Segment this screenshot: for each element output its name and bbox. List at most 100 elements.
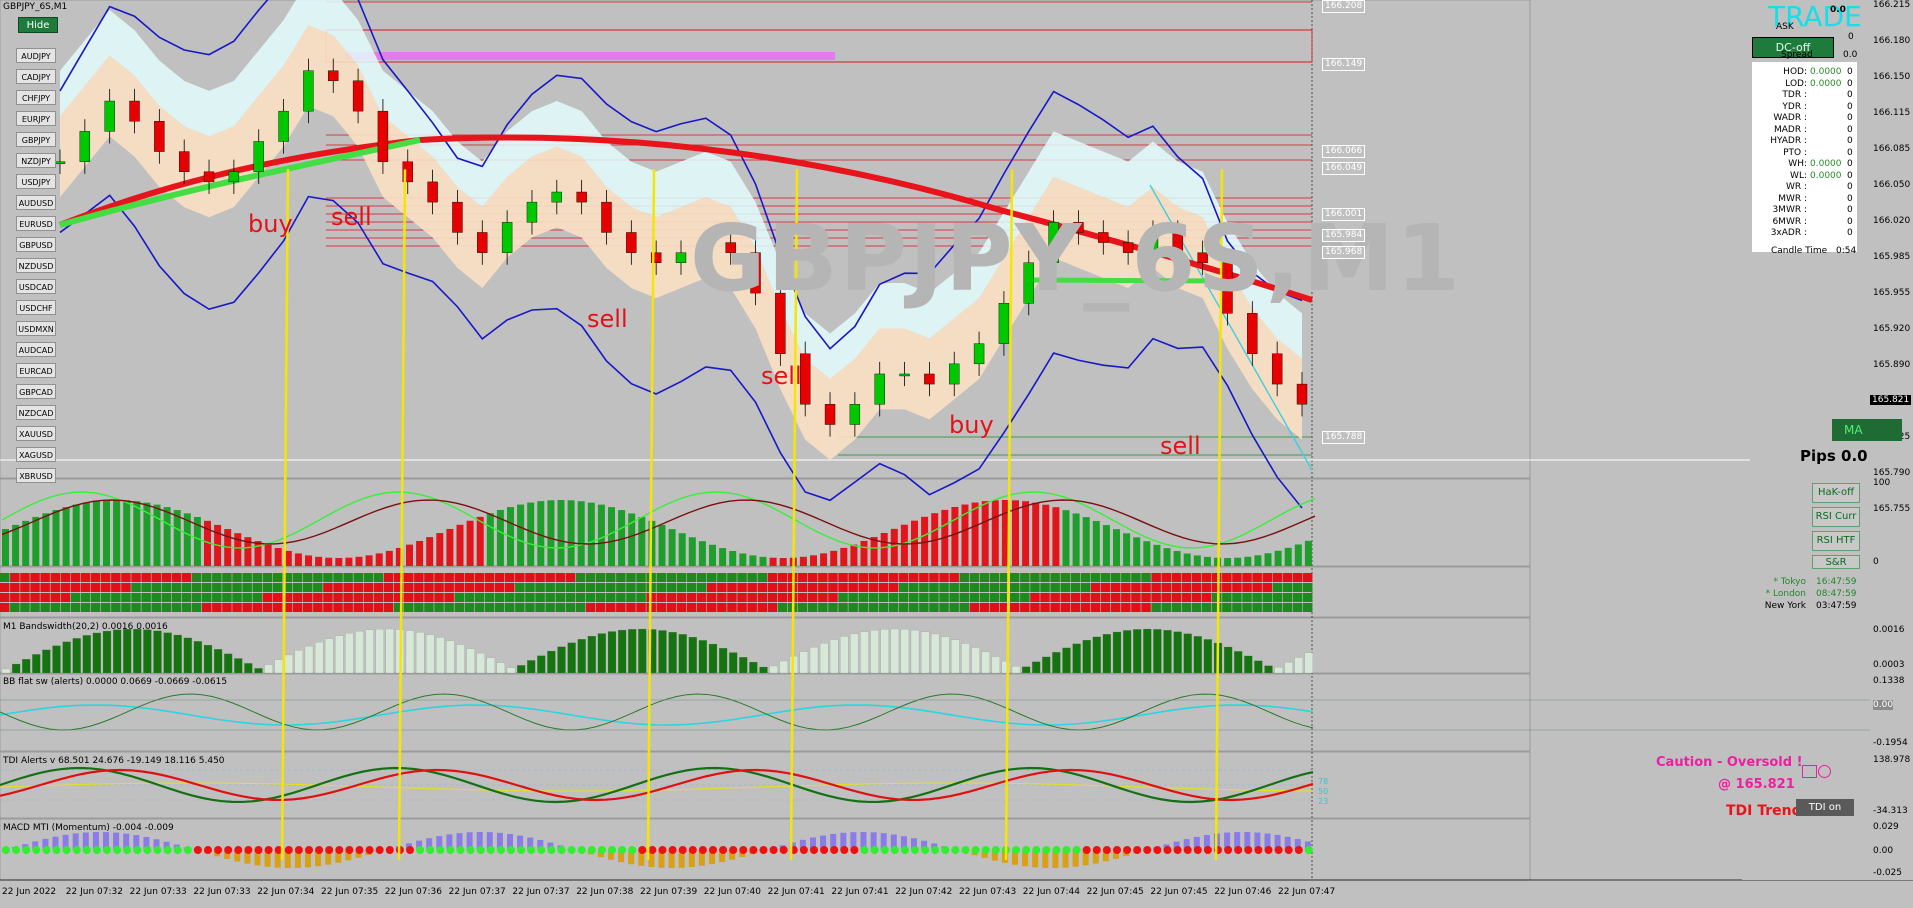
heat-cell — [656, 593, 666, 602]
pair-button-chfjpy[interactable]: CHFJPY — [16, 90, 56, 105]
heat-cell — [515, 603, 525, 612]
heat-cell — [1131, 603, 1141, 612]
macd-dot — [204, 846, 212, 854]
bandwidth-bar — [516, 665, 526, 674]
pair-button-audjpy[interactable]: AUDJPY — [16, 48, 56, 63]
tdi-button[interactable]: TDI on — [1796, 799, 1854, 816]
heat-cell — [939, 573, 949, 582]
rsi-curr-button[interactable]: RSI Curr — [1812, 507, 1860, 527]
heat-cell — [494, 593, 505, 602]
pair-button-gbpjpy[interactable]: GBPJPY — [16, 132, 56, 147]
pair-button-usdmxn[interactable]: USDMXN — [16, 321, 56, 336]
candle — [178, 151, 190, 172]
heat-cell — [494, 603, 505, 612]
heat-cell — [353, 593, 363, 602]
heat-cell — [898, 583, 909, 592]
heat-cell — [434, 603, 444, 612]
heat-cell — [1040, 583, 1050, 592]
macd-dot — [406, 846, 414, 854]
rsi-bar — [1163, 548, 1171, 566]
bandwidth-bar — [1183, 633, 1192, 674]
bandwidth-bar — [587, 635, 596, 674]
bandwidth-bar — [264, 664, 273, 674]
pair-button-usdjpy[interactable]: USDJPY — [16, 174, 56, 189]
pair-button-xauusd[interactable]: XAUUSD — [16, 426, 56, 441]
ma-button[interactable]: MA — [1832, 419, 1902, 441]
heat-cell — [272, 593, 283, 602]
candle-time-label: Candle Time — [1771, 246, 1828, 256]
pair-button-nzdusd[interactable]: NZDUSD — [16, 258, 56, 273]
heat-cell — [80, 573, 91, 582]
rsi-bar — [264, 544, 272, 566]
heat-cell — [1201, 593, 1212, 602]
heat-cell — [898, 593, 909, 602]
heat-cell — [333, 583, 343, 592]
pair-button-nzdcad[interactable]: NZDCAD — [16, 405, 56, 420]
heat-cell — [606, 583, 616, 592]
pair-button-xbrusd[interactable]: XBRUSD — [16, 468, 56, 483]
heat-cell — [10, 583, 20, 592]
macd-dot — [769, 846, 778, 854]
rsi-bar — [870, 537, 878, 566]
bandwidth-bar — [1223, 646, 1233, 674]
macd-dot — [92, 846, 101, 854]
bandwidth-bar — [385, 628, 394, 674]
heat-cell — [545, 593, 555, 602]
pair-button-usdcad[interactable]: USDCAD — [16, 279, 56, 294]
heat-cell — [545, 573, 555, 582]
hide-button[interactable]: Hide — [18, 17, 58, 33]
rsi-bar — [1254, 555, 1262, 566]
heat-cell — [1282, 603, 1293, 612]
stat-tail: 0 — [1847, 136, 1853, 146]
pair-button-eurusd[interactable]: EURUSD — [16, 216, 56, 231]
heat-cell — [1060, 593, 1070, 602]
rsi-htf-button[interactable]: RSI HTF — [1812, 531, 1860, 551]
pair-button-nzdjpy[interactable]: NZDJPY — [16, 153, 56, 168]
macd-dot — [739, 846, 748, 854]
pair-button-cadjpy[interactable]: CADJPY — [16, 69, 56, 84]
bandwidth-bar — [819, 643, 829, 674]
pair-button-gbpusd[interactable]: GBPUSD — [16, 237, 56, 252]
stat-tail: 0 — [1847, 193, 1853, 204]
heat-cell — [737, 583, 747, 592]
bandwidth-bar — [1193, 636, 1202, 674]
heat-cell — [40, 603, 50, 612]
pair-button-audcad[interactable]: AUDCAD — [16, 342, 56, 357]
pair-button-eurjpy[interactable]: EURJPY — [16, 111, 56, 126]
heat-cell — [474, 603, 485, 612]
rsi-bar — [517, 504, 525, 566]
macd-dot — [779, 846, 788, 854]
macd-dot — [355, 846, 364, 854]
macd-axis-bottom: -0.025 — [1873, 868, 1903, 878]
pair-button-eurcad[interactable]: EURCAD — [16, 363, 56, 378]
sr-button[interactable]: S&R — [1812, 555, 1860, 569]
bandwidth-bar — [244, 663, 253, 674]
heat-cell — [323, 573, 333, 582]
bandwidth-bar — [92, 632, 102, 674]
heat-cell — [1262, 573, 1272, 582]
heat-cell — [272, 583, 283, 592]
pair-button-audusd[interactable]: AUDUSD — [16, 195, 56, 210]
macd-dot — [749, 846, 758, 854]
heat-cell — [1171, 593, 1182, 602]
bandwidth-bar — [1274, 667, 1283, 674]
heat-cell — [1212, 593, 1222, 602]
heat-cell — [949, 603, 959, 612]
bandwidth-bar — [1163, 630, 1172, 674]
heat-cell — [1302, 593, 1313, 602]
hak-button[interactable]: HaK-off — [1812, 483, 1860, 503]
macd-dot — [244, 846, 253, 854]
heat-cell — [262, 573, 273, 582]
heat-cell — [515, 593, 525, 602]
pair-button-usdchf[interactable]: USDCHF — [16, 300, 56, 315]
heat-cell — [323, 603, 333, 612]
heat-cell — [101, 573, 111, 582]
heat-cell — [939, 583, 949, 592]
pair-button-gbpcad[interactable]: GBPCAD — [16, 384, 56, 399]
heat-cell — [919, 583, 929, 592]
rsi-bar — [678, 533, 686, 566]
rsi-bar — [92, 501, 100, 566]
pair-button-xagusd[interactable]: XAGUSD — [16, 447, 56, 462]
rsi-bar — [234, 533, 242, 566]
highlight-bar — [345, 52, 835, 60]
